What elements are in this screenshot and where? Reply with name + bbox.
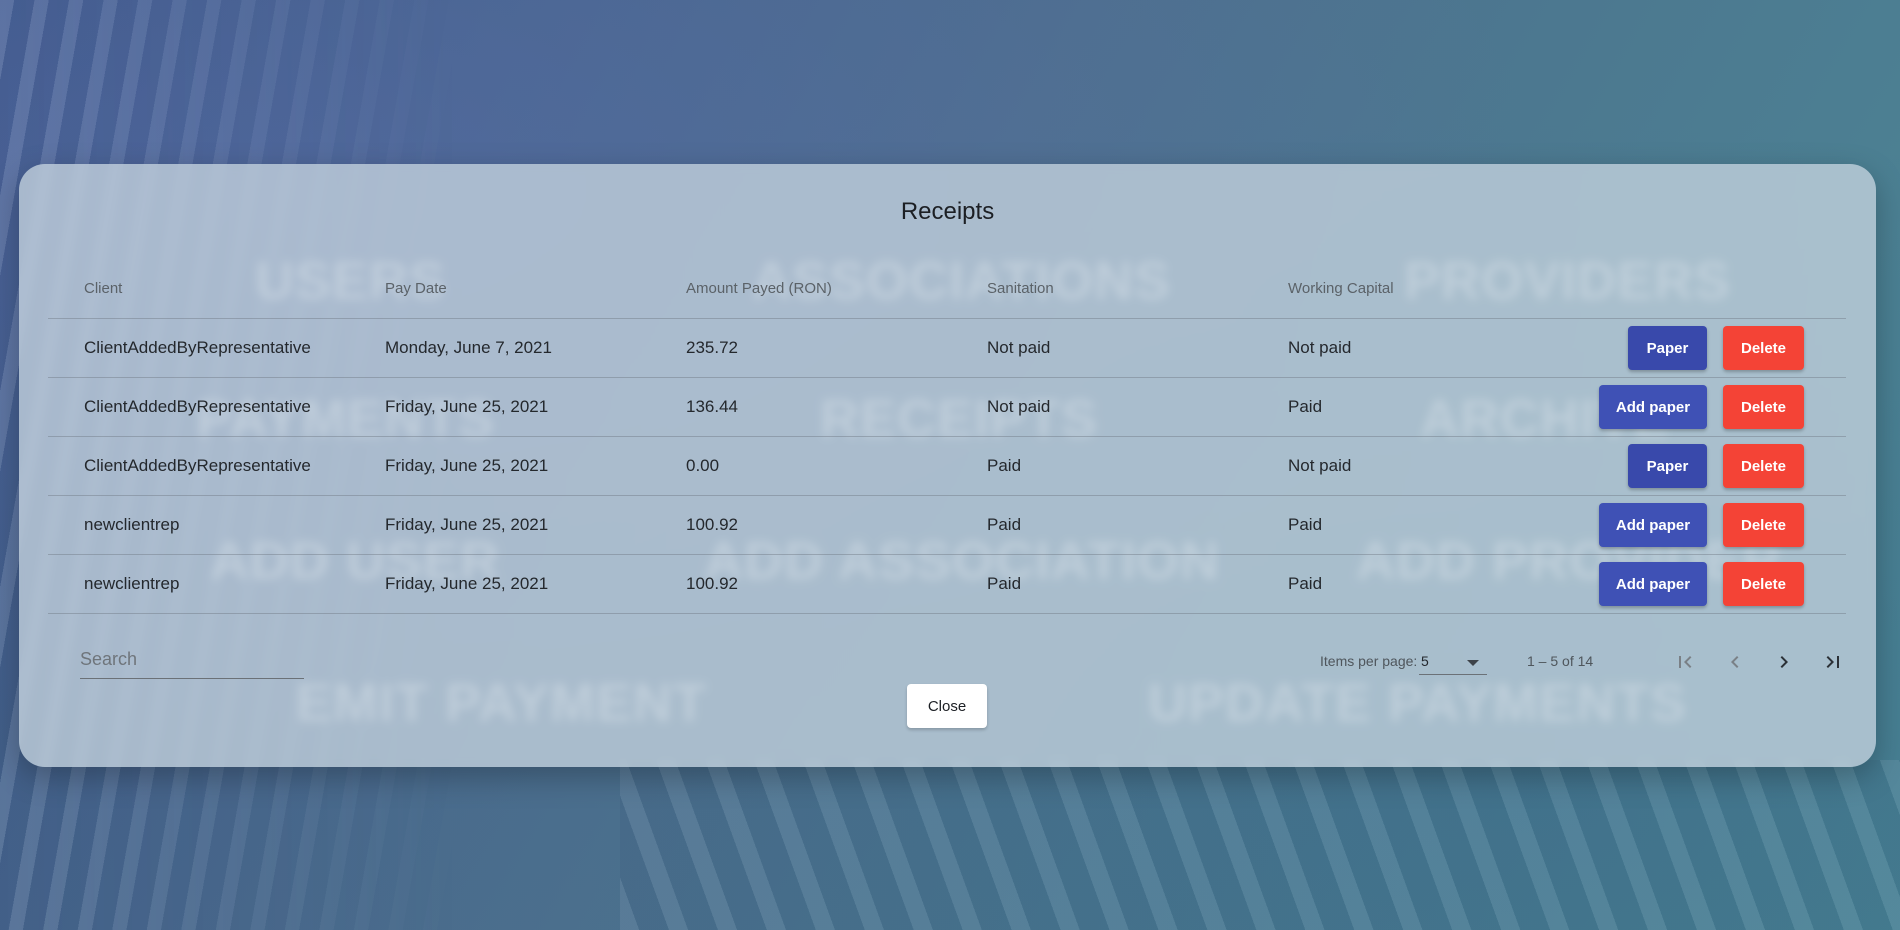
header-sanitation: Sanitation: [987, 258, 1288, 319]
receipts-dialog: Receipts Client Pay Date Amount Payed (R…: [19, 164, 1876, 767]
items-per-page-value: 5: [1421, 653, 1429, 669]
cell-actions: Add paper Delete: [1589, 495, 1846, 555]
next-page-icon: [1780, 656, 1788, 668]
previous-page-button[interactable]: [1717, 644, 1753, 680]
delete-button[interactable]: Delete: [1723, 562, 1804, 606]
paper-button[interactable]: Paper: [1628, 444, 1707, 488]
cell-client: ClientAddedByRepresentative: [48, 318, 385, 378]
items-per-page-label: Items per page:: [1320, 653, 1418, 669]
header-pay-date: Pay Date: [385, 258, 686, 319]
page-range-label: 1 – 5 of 14: [1527, 653, 1594, 669]
cell-pay-date: Friday, June 25, 2021: [385, 377, 686, 437]
cell-working-capital: Not paid: [1288, 436, 1589, 496]
add-paper-button[interactable]: Add paper: [1599, 503, 1707, 547]
search-field: [80, 642, 304, 679]
delete-button[interactable]: Delete: [1723, 385, 1804, 429]
cell-client: newclientrep: [48, 495, 385, 555]
cell-client: ClientAddedByRepresentative: [48, 377, 385, 437]
header-working-capital: Working Capital: [1288, 258, 1589, 319]
close-button[interactable]: Close: [907, 684, 987, 728]
dropdown-arrow-icon: [1467, 660, 1479, 666]
paper-button[interactable]: Paper: [1628, 326, 1707, 370]
dialog-title: Receipts: [900, 198, 995, 225]
cell-actions: Add paper Delete: [1589, 554, 1846, 614]
add-paper-button[interactable]: Add paper: [1599, 562, 1707, 606]
cell-amount: 235.72: [686, 318, 987, 378]
cell-working-capital: Paid: [1288, 377, 1589, 437]
cell-sanitation: Not paid: [987, 377, 1288, 437]
delete-button[interactable]: Delete: [1723, 444, 1804, 488]
cell-sanitation: Paid: [987, 495, 1288, 555]
cell-sanitation: Not paid: [987, 318, 1288, 378]
cell-working-capital: Paid: [1288, 495, 1589, 555]
items-per-page-select[interactable]: 5: [1419, 648, 1487, 675]
cell-actions: Paper Delete: [1589, 436, 1846, 496]
cell-amount: 136.44: [686, 377, 987, 437]
cell-actions: Paper Delete: [1589, 318, 1846, 378]
background-building-bottom: [620, 760, 1900, 930]
table-row: ClientAddedByRepresentative Monday, June…: [48, 318, 1846, 378]
header-amount: Amount Payed (RON): [686, 258, 987, 319]
cell-sanitation: Paid: [987, 554, 1288, 614]
receipts-table: Client Pay Date Amount Payed (RON) Sanit…: [48, 258, 1846, 614]
previous-page-icon: [1731, 656, 1739, 668]
cell-working-capital: Not paid: [1288, 318, 1589, 378]
cell-working-capital: Paid: [1288, 554, 1589, 614]
cell-actions: Add paper Delete: [1589, 377, 1846, 437]
last-page-button[interactable]: [1815, 644, 1851, 680]
paginator: Items per page: 5 1 – 5 of 14: [1299, 642, 1859, 682]
first-page-icon: [1679, 656, 1692, 668]
table-row: newclientrep Friday, June 25, 2021 100.9…: [48, 495, 1846, 555]
search-input[interactable]: [80, 642, 304, 676]
cell-amount: 0.00: [686, 436, 987, 496]
cell-pay-date: Friday, June 25, 2021: [385, 495, 686, 555]
cell-client: ClientAddedByRepresentative: [48, 436, 385, 496]
header-client: Client: [48, 258, 385, 319]
delete-button[interactable]: Delete: [1723, 326, 1804, 370]
add-paper-button[interactable]: Add paper: [1599, 385, 1707, 429]
table-header-row: Client Pay Date Amount Payed (RON) Sanit…: [48, 258, 1846, 319]
cell-pay-date: Friday, June 25, 2021: [385, 554, 686, 614]
cell-amount: 100.92: [686, 495, 987, 555]
table-row: newclientrep Friday, June 25, 2021 100.9…: [48, 554, 1846, 614]
cell-amount: 100.92: [686, 554, 987, 614]
cell-client: newclientrep: [48, 554, 385, 614]
cell-pay-date: Monday, June 7, 2021: [385, 318, 686, 378]
last-page-icon: [1826, 656, 1839, 668]
cell-sanitation: Paid: [987, 436, 1288, 496]
cell-pay-date: Friday, June 25, 2021: [385, 436, 686, 496]
header-actions: [1589, 258, 1846, 319]
first-page-button[interactable]: [1667, 644, 1703, 680]
next-page-button[interactable]: [1766, 644, 1802, 680]
delete-button[interactable]: Delete: [1723, 503, 1804, 547]
table-row: ClientAddedByRepresentative Friday, June…: [48, 377, 1846, 437]
table-row: ClientAddedByRepresentative Friday, June…: [48, 436, 1846, 496]
